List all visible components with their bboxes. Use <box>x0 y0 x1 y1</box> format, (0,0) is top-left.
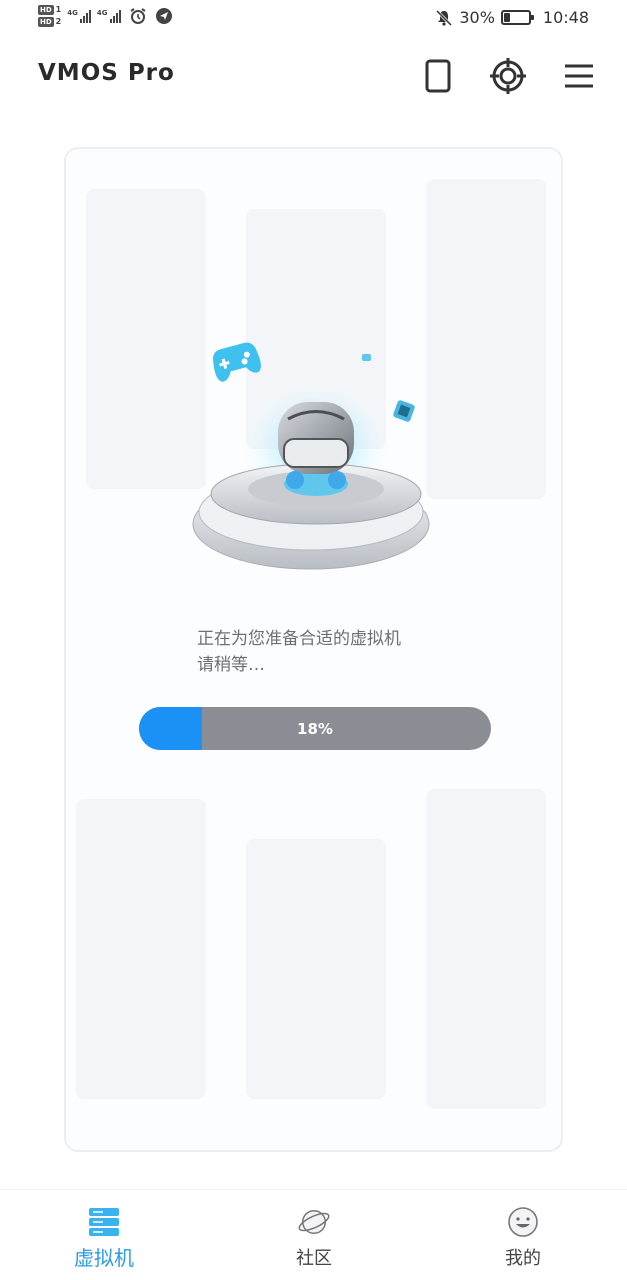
nav-label-vm: 虚拟机 <box>74 1246 134 1270</box>
app-bar: VMOS Pro <box>0 40 627 110</box>
hamburger-menu-icon <box>565 64 593 88</box>
progress-label: 18% <box>297 719 333 738</box>
sim-1: HD 1 <box>38 5 61 15</box>
sim-number: 1 <box>55 5 62 14</box>
network-type: 4G <box>67 9 78 17</box>
battery-icon <box>500 10 534 25</box>
location-share-icon <box>155 8 172 24</box>
preparing-message-line1: 正在为您准备合适的虚拟机 <box>197 629 401 649</box>
robot-astronaut-illustration <box>192 342 430 570</box>
preparing-message-line2: 请稍等… <box>197 655 265 675</box>
bottom-nav: 虚拟机 社区 我的 <box>0 1189 627 1280</box>
background-ghost <box>426 789 546 1109</box>
battery-level <box>503 13 510 22</box>
nav-label-community: 社区 <box>296 1248 332 1269</box>
background-ghost <box>426 179 546 499</box>
robot-visor <box>283 438 349 468</box>
sim-number: 2 <box>55 17 62 26</box>
server-stack-icon <box>89 1208 119 1236</box>
hd-badge: HD <box>38 5 54 15</box>
gamepad-icon <box>212 342 261 382</box>
bell-muted-icon <box>436 9 453 26</box>
hd-badge: HD <box>38 17 54 27</box>
menu-button[interactable] <box>557 54 601 98</box>
smiley-face-icon <box>508 1207 538 1237</box>
sim-2: HD 2 <box>38 17 61 27</box>
robot-foot <box>328 471 346 489</box>
signal-1-icon: 4G <box>67 9 91 23</box>
app-title: VMOS Pro <box>38 60 175 86</box>
sparkle-icon <box>362 354 371 361</box>
nav-item-mine[interactable]: 我的 <box>443 1190 603 1280</box>
vm-preparing-card: 正在为您准备合适的虚拟机 请稍等… 18% <box>64 147 563 1152</box>
phone-outline-icon <box>425 59 451 93</box>
status-bar-left: HD 1 HD 2 4G 4G <box>38 5 173 27</box>
background-ghost <box>86 189 206 489</box>
battery-percent: 30% <box>459 8 495 27</box>
status-bar-right: 30% 10:48 <box>435 8 589 27</box>
robot-foot <box>286 471 304 489</box>
background-ghost <box>246 839 386 1099</box>
preparing-message: 正在为您准备合适的虚拟机 请稍等… <box>197 626 401 678</box>
phone-mode-button[interactable] <box>416 54 460 98</box>
network-type: 4G <box>96 9 108 17</box>
planet-icon <box>298 1209 330 1235</box>
clock: 10:48 <box>542 8 589 27</box>
sim-indicators: HD 1 HD 2 <box>38 5 61 27</box>
nav-item-community[interactable]: 社区 <box>234 1190 394 1280</box>
nav-item-vm[interactable]: 虚拟机 <box>24 1190 184 1280</box>
alarm-clock-icon <box>129 8 146 24</box>
background-ghost <box>76 799 206 1099</box>
crosshair-target-icon <box>490 58 526 94</box>
locate-button[interactable] <box>486 54 530 98</box>
progress-bar: 18% <box>139 707 491 750</box>
status-bar: HD 1 HD 2 4G 4G 30% 10:48 <box>0 0 627 40</box>
nav-label-mine: 我的 <box>505 1248 541 1269</box>
signal-2-icon: 4G <box>97 9 121 23</box>
